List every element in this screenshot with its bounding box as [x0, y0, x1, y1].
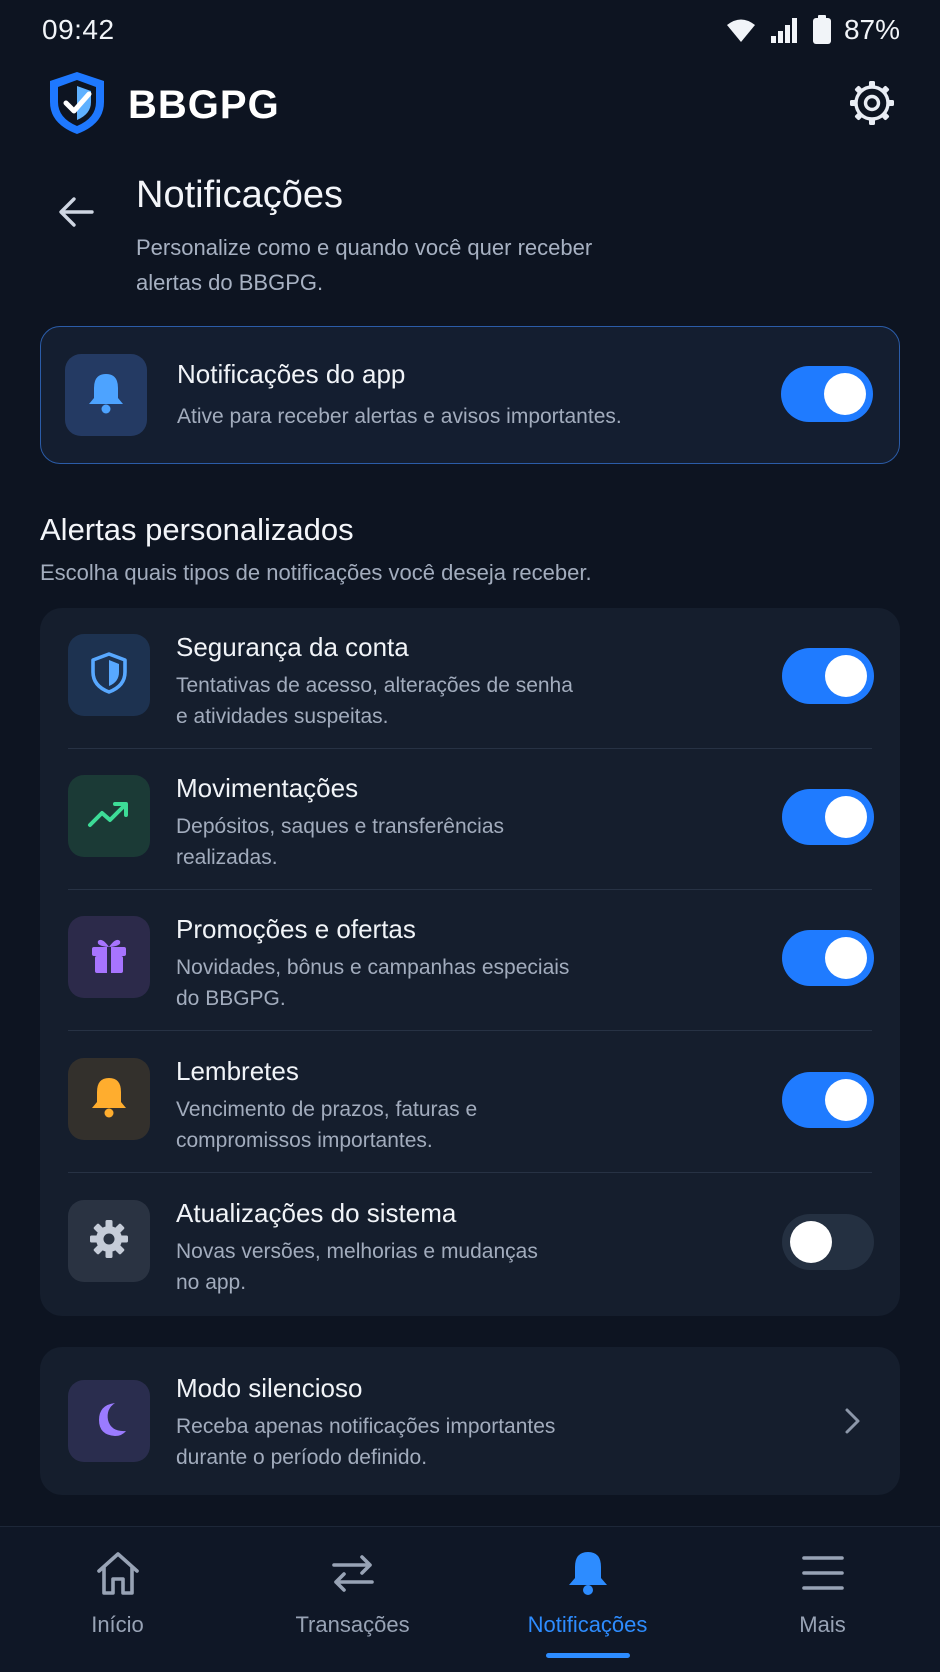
alert-desc-line: Novidades, bônus e campanhas especiais	[176, 956, 570, 979]
bell-icon	[563, 1549, 613, 1602]
alert-desc-line: e atividades suspeitas.	[176, 705, 389, 728]
page-head: Notificações Personalize como e quando v…	[0, 168, 940, 308]
app-notifications-toggle[interactable]	[781, 366, 873, 422]
alert-title: Movimentações	[176, 773, 359, 803]
signal-icon	[770, 16, 800, 44]
bottom-nav: Início Transações Notificações Mais	[0, 1526, 940, 1672]
active-indicator	[545, 1653, 630, 1658]
toggle-knob	[824, 373, 866, 415]
nav-item-notifications[interactable]: Notificações	[470, 1527, 705, 1672]
transactions-toggle[interactable]	[782, 789, 874, 845]
gear-icon	[88, 1218, 130, 1265]
icon-box	[68, 775, 150, 857]
alert-row-account-security: Segurança da conta Tentativas de acesso,…	[40, 608, 900, 749]
section-desc: Escolha quais tipos de notificações você…	[40, 560, 592, 585]
icon-box	[68, 634, 150, 716]
alert-desc-line: Depósitos, saques e transferências	[176, 815, 505, 838]
alert-desc-line: compromissos importantes.	[176, 1129, 433, 1152]
alert-title: Promoções e ofertas	[176, 914, 416, 944]
alert-row-reminders: Lembretes Vencimento de prazos, faturas …	[40, 1032, 900, 1173]
page-title: Notificações	[136, 174, 343, 216]
toggle-knob	[825, 937, 867, 979]
alert-title: Segurança da conta	[176, 632, 409, 662]
icon-box	[68, 1380, 150, 1462]
quiet-mode-title: Modo silencioso	[176, 1373, 363, 1403]
alert-desc-line: Vencimento de prazos, faturas e	[176, 1098, 478, 1121]
bell-icon	[86, 371, 126, 420]
nav-item-more[interactable]: Mais	[705, 1527, 940, 1672]
alert-desc-line: no app.	[176, 1271, 247, 1294]
moon-icon	[89, 1399, 129, 1444]
shield-icon	[90, 651, 128, 699]
quiet-mode-desc-line: durante o período definido.	[176, 1446, 428, 1469]
icon-box	[68, 1200, 150, 1282]
promotions-toggle[interactable]	[782, 930, 874, 986]
shield-logo-icon	[46, 70, 108, 141]
brand: BBGPG	[46, 70, 280, 141]
trending-up-icon	[87, 799, 131, 834]
battery-level: 87%	[843, 14, 900, 45]
alert-row-system-updates: Atualizações do sistema Novas versões, m…	[40, 1174, 900, 1315]
nav-label: Transações	[295, 1612, 410, 1637]
app-header: BBGPG	[0, 62, 940, 148]
reminders-toggle[interactable]	[782, 1072, 874, 1128]
alert-desc: Depósitos, saques e transferências reali…	[176, 811, 616, 873]
brand-name: BBGPG	[128, 82, 280, 127]
toggle-knob	[825, 1079, 867, 1121]
alert-desc-line: Tentativas de acesso, alterações de senh…	[176, 674, 573, 697]
wifi-icon	[724, 16, 758, 44]
gift-icon	[88, 934, 130, 981]
alert-title: Lembretes	[176, 1056, 299, 1086]
account-security-toggle[interactable]	[782, 648, 874, 704]
alert-desc: Novidades, bônus e campanhas especiais d…	[176, 952, 616, 1014]
back-button[interactable]	[50, 188, 102, 240]
gear-icon	[849, 80, 895, 131]
quiet-mode-desc: Receba apenas notificações importantes d…	[176, 1411, 616, 1473]
divider	[68, 1172, 872, 1173]
toggle-knob	[790, 1221, 832, 1263]
page-subtitle-line: Personalize como e quando você quer rece…	[136, 235, 593, 260]
system-updates-toggle[interactable]	[782, 1214, 874, 1270]
app-notifications-title: Notificações do app	[177, 359, 406, 389]
alert-desc: Vencimento de prazos, faturas e compromi…	[176, 1094, 616, 1156]
settings-button[interactable]	[844, 77, 900, 133]
menu-icon	[798, 1549, 848, 1602]
alert-desc-line: do BBGPG.	[176, 987, 286, 1010]
page-subtitle-line: alertas do BBGPG.	[136, 270, 324, 295]
status-time: 09:42	[42, 14, 115, 45]
nav-label: Notificações	[527, 1612, 648, 1637]
app-notifications-card: Notificações do app Ative para receber a…	[40, 326, 900, 464]
icon-box	[65, 354, 147, 436]
nav-item-transactions[interactable]: Transações	[235, 1527, 470, 1672]
alert-desc: Tentativas de acesso, alterações de senh…	[176, 670, 616, 732]
quiet-mode-card[interactable]: Modo silencioso Receba apenas notificaçõ…	[40, 1347, 900, 1495]
nav-item-home[interactable]: Início	[0, 1527, 235, 1672]
custom-alerts-card: Segurança da conta Tentativas de acesso,…	[40, 608, 900, 1316]
divider	[68, 1030, 872, 1031]
transfer-icon	[328, 1549, 378, 1602]
nav-label: Início	[91, 1612, 144, 1637]
app-notifications-desc: Ative para receber alertas e avisos impo…	[177, 405, 622, 428]
icon-box	[68, 916, 150, 998]
toggle-knob	[825, 796, 867, 838]
alert-row-transactions: Movimentações Depósitos, saques e transf…	[40, 749, 900, 890]
battery-icon	[812, 15, 832, 45]
alert-desc: Novas versões, melhorias e mudanças no a…	[176, 1236, 616, 1298]
alert-row-promotions: Promoções e ofertas Novidades, bônus e c…	[40, 890, 900, 1031]
toggle-knob	[825, 655, 867, 697]
quiet-mode-desc-line: Receba apenas notificações importantes	[176, 1415, 556, 1438]
alert-title: Atualizações do sistema	[176, 1198, 457, 1228]
home-icon	[93, 1549, 143, 1602]
nav-label: Mais	[799, 1612, 846, 1637]
alert-desc-line: Novas versões, melhorias e mudanças	[176, 1240, 538, 1263]
status-bar: 09:42 87%	[0, 0, 940, 60]
icon-box	[68, 1058, 150, 1140]
status-icons: 87%	[724, 14, 900, 46]
alert-desc-line: realizadas.	[176, 846, 278, 869]
chevron-right-icon	[834, 1403, 870, 1439]
arrow-left-icon	[56, 194, 96, 235]
page-subtitle: Personalize como e quando você quer rece…	[136, 230, 656, 300]
section-title: Alertas personalizados	[40, 512, 354, 547]
bell-icon	[89, 1075, 129, 1124]
